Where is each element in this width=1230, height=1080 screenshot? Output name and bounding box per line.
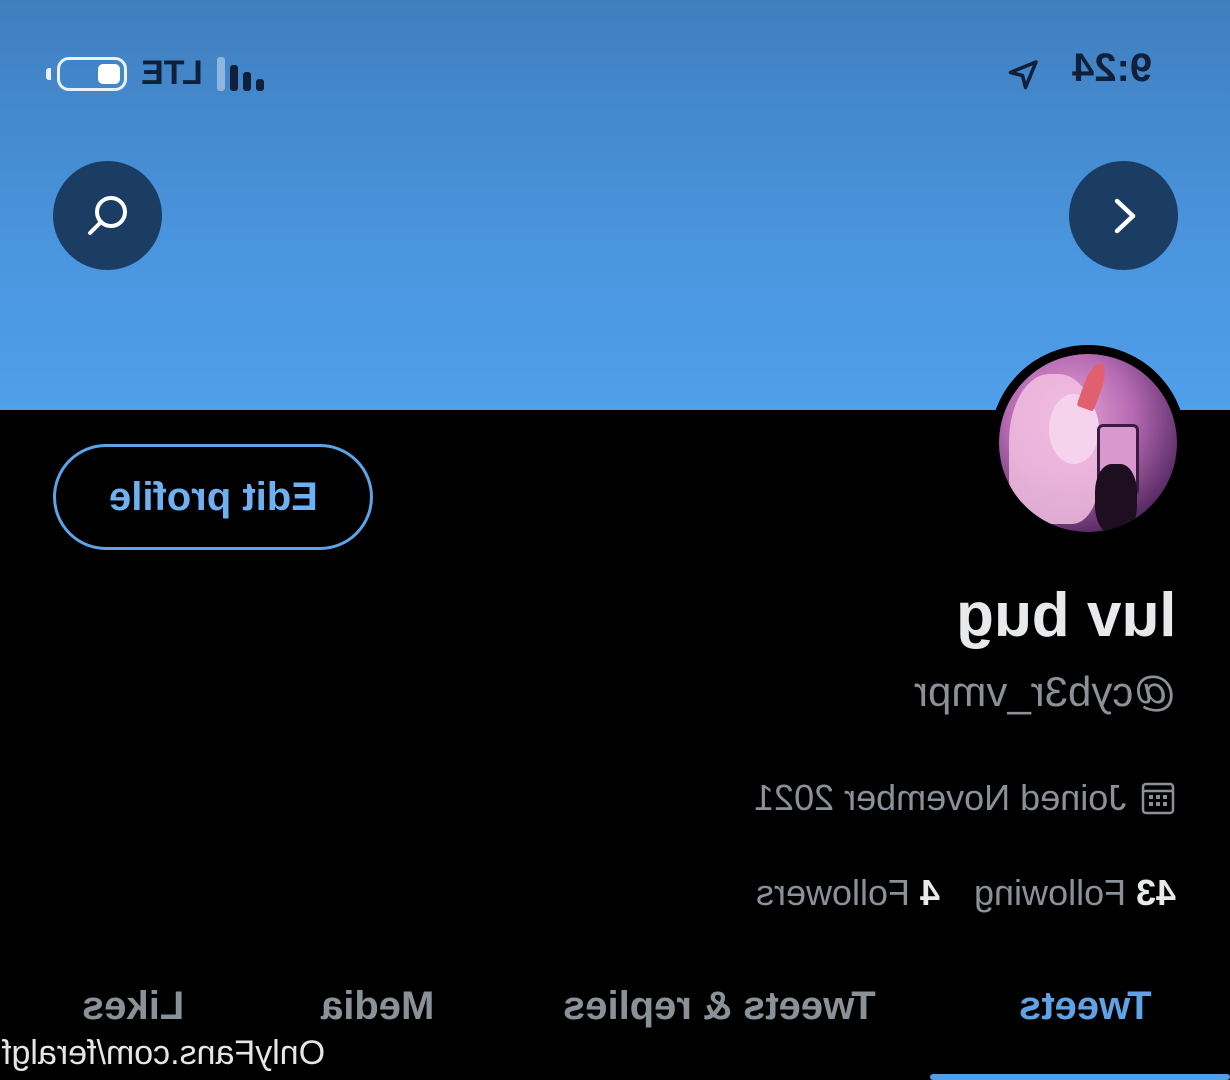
follow-stats: 43 Following 4 Followers <box>756 872 1176 914</box>
tab-media[interactable]: Media <box>321 984 434 1029</box>
followers-label: Followers <box>755 872 910 913</box>
avatar[interactable] <box>990 345 1186 541</box>
status-time: 9:24 <box>1071 46 1152 90</box>
location-arrow-icon <box>1008 60 1038 90</box>
calendar-icon <box>1141 782 1175 815</box>
edit-profile-button[interactable]: Edit profile <box>53 444 373 550</box>
battery-cap <box>46 67 51 80</box>
following-stat[interactable]: 43 Following <box>974 872 1176 914</box>
signal-icon <box>216 56 264 91</box>
network-type: LTE <box>141 54 203 92</box>
tab-tweets[interactable]: Tweets <box>1019 984 1152 1029</box>
search-icon <box>87 195 127 235</box>
joined-date: Joined November 2021 <box>753 777 1126 818</box>
joined-date-row: Joined November 2021 <box>754 777 1176 819</box>
battery-icon <box>57 56 127 91</box>
followers-count: 4 <box>919 872 940 913</box>
following-count: 43 <box>1135 872 1176 913</box>
back-button[interactable] <box>1069 161 1178 270</box>
status-indicators: LTE <box>46 54 264 93</box>
chevron-icon <box>1114 198 1135 233</box>
tab-likes[interactable]: Likes <box>82 984 184 1029</box>
avatar-photo <box>999 354 1177 532</box>
followers-stat[interactable]: 4 Followers <box>756 872 940 914</box>
search-button[interactable] <box>53 161 162 270</box>
active-tab-indicator <box>930 1074 1230 1080</box>
display-name: luv bug <box>955 581 1176 650</box>
following-label: Following <box>973 872 1126 913</box>
user-handle: @cyb3r_vmpr <box>913 668 1176 715</box>
tab-tweets-replies[interactable]: Tweets & replies <box>563 984 876 1029</box>
watermark-text: OnlyFans.com/feralgf <box>2 1034 326 1072</box>
